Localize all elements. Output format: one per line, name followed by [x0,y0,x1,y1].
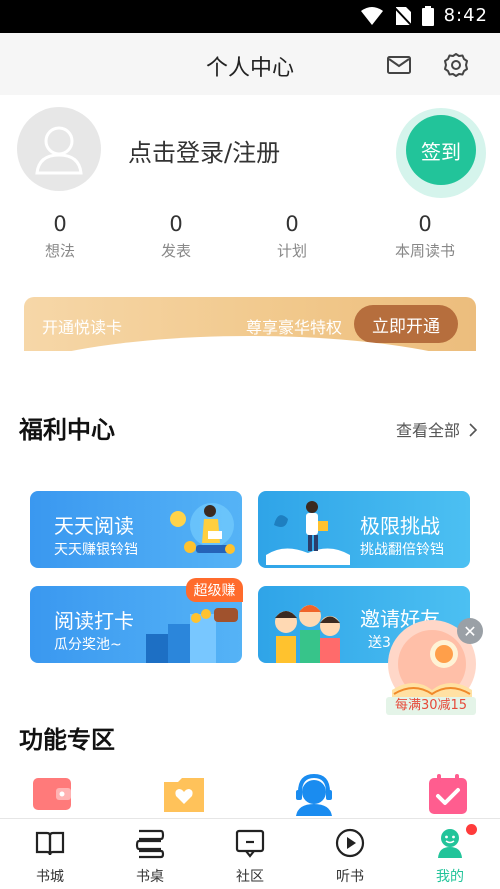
stat-weekly-reading[interactable]: 0 本周读书 [380,212,470,261]
play-icon [335,828,365,858]
challenge-illustration [266,501,350,565]
vip-privilege-text: 尊享豪华特权 [246,318,343,337]
stats-row: 0 想法 0 发表 0 计划 0 本周读书 [0,212,500,262]
stat-label: 想法 [44,242,75,260]
stat-plans[interactable]: 0 计划 [247,212,337,261]
battery-icon [421,5,434,26]
login-register-link[interactable]: 点击登录/注册 [128,133,280,168]
stat-value: 0 [418,212,432,236]
see-all-link[interactable]: 查看全部 [396,417,478,441]
nav-item-desk[interactable]: 书桌 [115,827,185,886]
wifi-icon [360,6,383,25]
stat-ideas[interactable]: 0 想法 [15,212,105,261]
user-placeholder-icon [35,126,83,175]
checkin-button[interactable]: 签到 [406,115,476,185]
promo-label: 每满30减15 [386,697,476,715]
stat-label: 本周读书 [394,242,455,260]
stat-value: 0 [53,212,67,236]
status-bar: 8:42 [0,0,500,33]
wallet-icon[interactable] [30,772,74,816]
avatar[interactable] [17,107,101,191]
card-subtitle: 天天赚银铃铛 [54,542,138,558]
see-all-label: 查看全部 [396,421,461,440]
super-earn-badge: 超级赚 [186,578,243,602]
gear-icon[interactable] [442,51,470,79]
no-sim-icon [393,6,412,26]
nav-label: 听书 [336,869,364,885]
nav-item-audiobook[interactable]: 听书 [315,827,385,886]
open-vip-button[interactable]: 立即开通 [354,305,458,343]
nav-item-mine[interactable]: 我的 [415,827,485,886]
header: 个人中心 [0,33,500,95]
stat-label: 计划 [276,242,307,260]
community-icon [235,829,265,858]
mail-icon[interactable] [385,51,413,79]
card-daily-reading[interactable]: 天天阅读 天天赚银铃铛 [30,491,242,568]
calendar-check-icon[interactable] [426,772,470,816]
stat-value: 0 [285,212,299,236]
functions-section-title: 功能专区 [19,726,115,754]
stat-posts[interactable]: 0 发表 [131,212,221,261]
customer-service-icon[interactable] [292,772,336,816]
reading-girl-illustration [170,503,235,554]
book-icon [35,831,65,856]
coin-stacks-illustration [146,608,238,663]
notification-dot [466,824,477,835]
stat-value: 0 [169,212,183,236]
card-title: 天天阅读 [54,514,134,538]
folder-heart-icon[interactable] [162,772,206,816]
card-extreme-challenge[interactable]: 极限挑战 挑战翻倍铃铛 [258,491,470,568]
bottom-nav: 书城 书桌 社区 听书 我的 [0,818,500,889]
welfare-section-title: 福利中心 [19,416,115,444]
nav-label: 我的 [436,869,464,885]
close-icon[interactable]: ✕ [457,618,483,644]
friends-illustration [275,605,340,663]
card-title: 极限挑战 [360,514,440,538]
nav-label: 书桌 [136,869,164,885]
nav-label: 书城 [36,869,64,885]
bookshelf-icon [135,829,165,859]
card-subtitle: 瓜分奖池~ [54,637,122,653]
profile-icon [438,829,462,858]
card-title: 阅读打卡 [54,609,134,633]
nav-label: 社区 [236,869,264,885]
chevron-right-icon [469,423,478,437]
nav-item-bookstore[interactable]: 书城 [15,827,85,886]
status-time: 8:42 [443,5,488,26]
stat-label: 发表 [160,242,191,260]
card-subtitle: 挑战翻倍铃铛 [360,542,444,558]
vip-card-label: 开通悦读卡 [42,318,123,337]
page-title: 个人中心 [205,56,294,81]
nav-item-community[interactable]: 社区 [215,827,285,886]
